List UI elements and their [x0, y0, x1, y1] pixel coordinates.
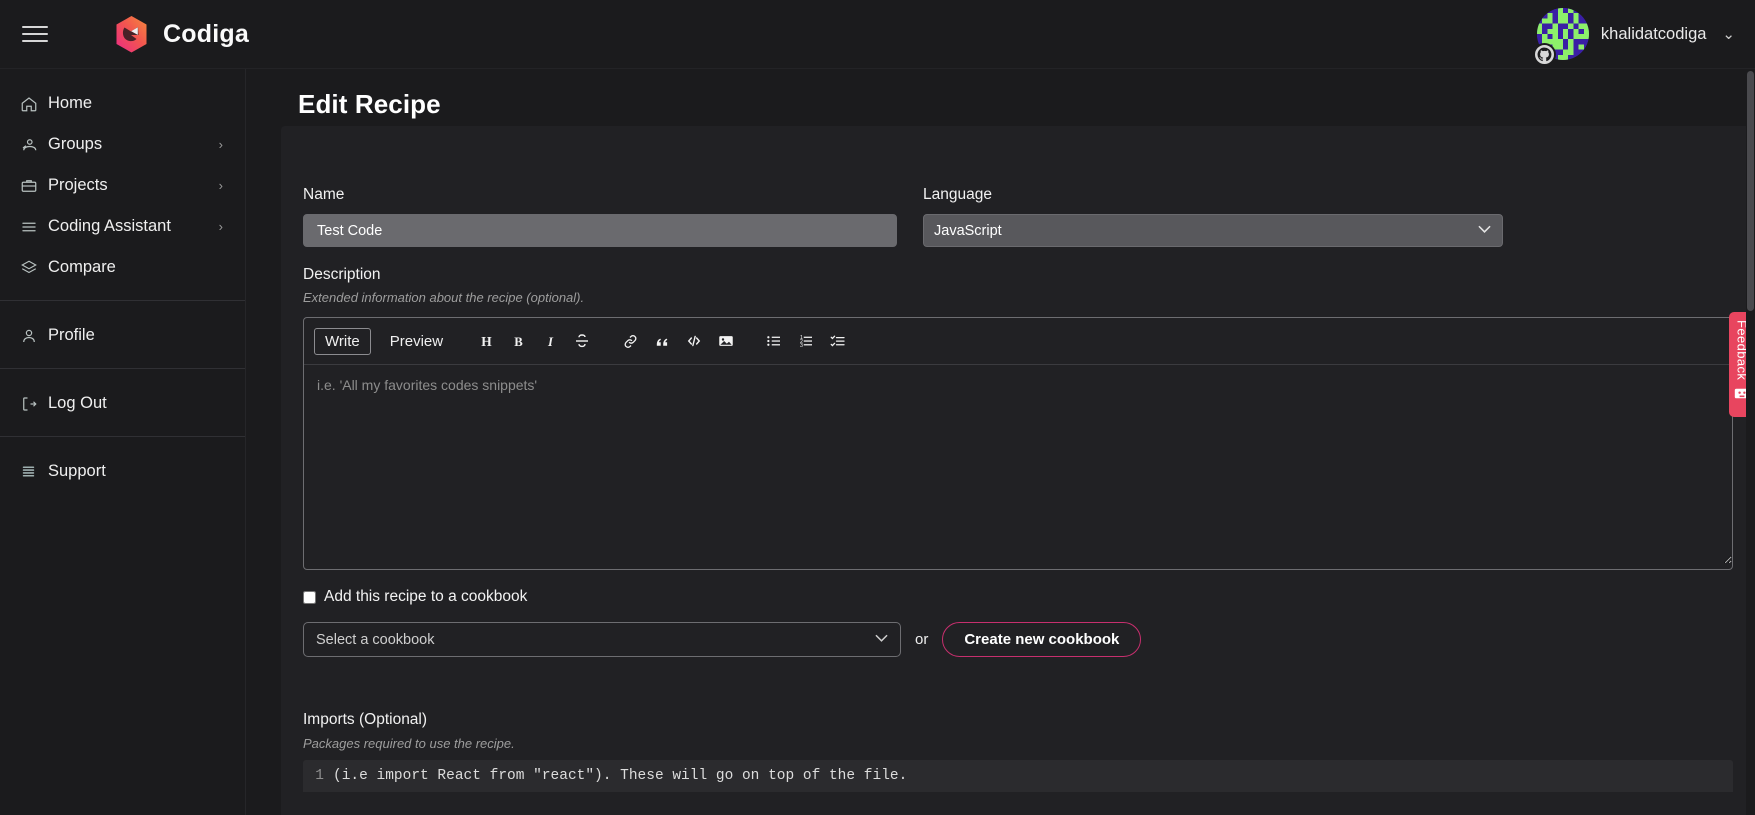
main-content: Edit Recipe Name Language JavaScript: [246, 69, 1755, 815]
create-new-cookbook-button[interactable]: Create new cookbook: [942, 622, 1142, 657]
task-list-icon[interactable]: [822, 326, 854, 356]
language-field-group: Language JavaScript: [923, 186, 1503, 247]
name-label: Name: [303, 186, 345, 203]
sidebar-item-groups[interactable]: Groups ›: [0, 124, 245, 165]
bullet-list-icon[interactable]: [758, 326, 790, 356]
description-textarea[interactable]: [304, 365, 1732, 564]
description-label: Description: [303, 266, 381, 283]
sidebar-group-support: Support: [0, 436, 245, 504]
link-icon[interactable]: [614, 326, 646, 356]
or-label: or: [915, 631, 929, 648]
sidebar-item-label: Groups: [48, 135, 103, 153]
logout-icon: [20, 395, 48, 413]
sidebar-item-label: Home: [48, 94, 93, 112]
brand-logo-link[interactable]: Codiga: [111, 14, 249, 55]
cookbook-select-row: Select a cookbook or Create new cookbook: [303, 622, 1733, 657]
hamburger-icon[interactable]: [22, 19, 52, 49]
sidebar-item-label: Compare: [48, 258, 116, 276]
avatar: [1532, 8, 1589, 66]
imports-code-editor[interactable]: 1 (i.e import React from "react"). These…: [303, 760, 1733, 792]
name-field-group: Name: [303, 186, 897, 247]
imports-label: Imports (Optional): [303, 711, 428, 728]
sidebar-item-label: Log Out: [48, 394, 107, 412]
heading-icon[interactable]: H: [470, 326, 502, 356]
imports-section: Imports (Optional) Packages required to …: [303, 711, 1733, 792]
github-icon: [1532, 43, 1556, 66]
sidebar-item-support[interactable]: Support: [0, 451, 245, 492]
quote-icon[interactable]: [646, 326, 678, 356]
cookbook-checkbox-row: Add this recipe to a cookbook: [303, 588, 1733, 606]
description-hint: Extended information about the recipe (o…: [303, 290, 585, 305]
description-field-group: Description Extended information about t…: [303, 266, 1733, 570]
groups-icon: [20, 136, 48, 154]
username-label: khalidatcodiga: [1600, 24, 1707, 43]
list-icon: [20, 218, 48, 236]
user-menu[interactable]: khalidatcodiga ⌄: [1532, 8, 1735, 66]
sidebar-item-home[interactable]: Home: [0, 83, 245, 124]
cookbook-select-wrap: Select a cookbook: [303, 622, 901, 657]
sidebar-item-profile[interactable]: Profile: [0, 315, 245, 356]
tab-write[interactable]: Write: [314, 327, 371, 355]
bold-icon[interactable]: B: [502, 326, 534, 356]
support-icon: [20, 463, 48, 480]
scrollbar-thumb[interactable]: [1747, 71, 1754, 311]
svg-text:3: 3: [800, 343, 803, 349]
sidebar-item-projects[interactable]: Projects ›: [0, 165, 245, 206]
italic-icon[interactable]: I: [534, 326, 566, 356]
add-to-cookbook-checkbox[interactable]: [303, 590, 316, 604]
sidebar-item-label: Profile: [48, 326, 95, 344]
add-to-cookbook-label[interactable]: Add this recipe to a cookbook: [324, 588, 527, 606]
line-number: 1: [315, 768, 324, 784]
top-bar: Codiga khalidatcodiga ⌄: [0, 0, 1755, 69]
markdown-toolbar: Write Preview H B I 1 2 3: [304, 318, 1732, 365]
language-select[interactable]: JavaScript: [923, 214, 1503, 247]
layers-icon: [20, 259, 48, 277]
svg-text:B: B: [514, 334, 523, 348]
person-icon: [20, 327, 48, 345]
page-scrollbar[interactable]: [1746, 69, 1755, 815]
sidebar-item-coding-assistant[interactable]: Coding Assistant ›: [0, 206, 245, 247]
brand-name: Codiga: [163, 19, 249, 48]
chevron-right-icon[interactable]: ›: [219, 178, 223, 193]
imports-hint: Packages required to use the recipe.: [303, 736, 515, 751]
tab-preview[interactable]: Preview: [379, 328, 454, 355]
markdown-editor: Write Preview H B I 1 2 3 i.e. 'All my f…: [303, 317, 1733, 570]
cookbook-select[interactable]: Select a cookbook: [303, 622, 901, 657]
strikethrough-icon[interactable]: [566, 326, 598, 356]
code-icon[interactable]: [678, 326, 710, 356]
hamburger-bar: [22, 40, 48, 42]
chevron-right-icon[interactable]: ›: [219, 219, 223, 234]
language-label: Language: [923, 186, 992, 203]
image-icon[interactable]: [710, 326, 742, 356]
sidebar: Home Groups › Projects › Coding Assistan…: [0, 69, 246, 815]
svg-text:H: H: [481, 333, 492, 348]
page-title: Edit Recipe: [298, 89, 441, 119]
codiga-logo-icon: [111, 14, 152, 55]
sidebar-item-compare[interactable]: Compare: [0, 247, 245, 288]
imports-code-line: (i.e import React from "react"). These w…: [333, 768, 908, 784]
chevron-right-icon[interactable]: ›: [219, 137, 223, 152]
sidebar-group-profile: Profile: [0, 300, 245, 368]
sidebar-item-label: Projects: [48, 176, 108, 194]
sidebar-group-main: Home Groups › Projects › Coding Assistan…: [0, 69, 245, 300]
briefcase-icon: [20, 177, 48, 195]
home-icon: [20, 95, 48, 113]
svg-text:I: I: [547, 334, 554, 348]
language-select-wrap: JavaScript: [923, 204, 1503, 247]
edit-recipe-form-card: Name Language JavaScript Description Ext…: [281, 126, 1755, 815]
chevron-down-icon[interactable]: ⌄: [1722, 25, 1735, 43]
sidebar-item-label: Support: [48, 462, 106, 480]
name-input[interactable]: [303, 214, 897, 247]
sidebar-item-log-out[interactable]: Log Out: [0, 383, 245, 424]
hamburger-bar: [22, 33, 48, 35]
numbered-list-icon[interactable]: 123: [790, 326, 822, 356]
cookbook-section: Add this recipe to a cookbook Select a c…: [303, 588, 1733, 657]
sidebar-item-label: Coding Assistant: [48, 217, 171, 235]
sidebar-group-logout: Log Out: [0, 368, 245, 436]
form-row-name-language: Name Language JavaScript: [303, 186, 1733, 247]
hamburger-bar: [22, 26, 48, 28]
